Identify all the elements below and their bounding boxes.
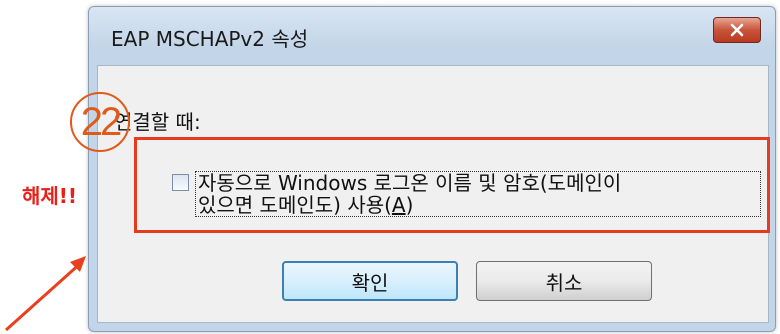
- highlight-box: [134, 137, 770, 233]
- release-note-annotation: 해제!!: [22, 184, 78, 208]
- title-bar[interactable]: EAP MSCHAPv2 속성: [89, 7, 775, 65]
- dialog-title: EAP MSCHAPv2 속성: [111, 27, 309, 51]
- step-number-badge: 22: [70, 92, 130, 152]
- close-icon: [730, 23, 744, 37]
- cancel-button[interactable]: 취소: [476, 261, 652, 301]
- ok-button[interactable]: 확인: [282, 261, 458, 301]
- close-button[interactable]: [713, 17, 761, 43]
